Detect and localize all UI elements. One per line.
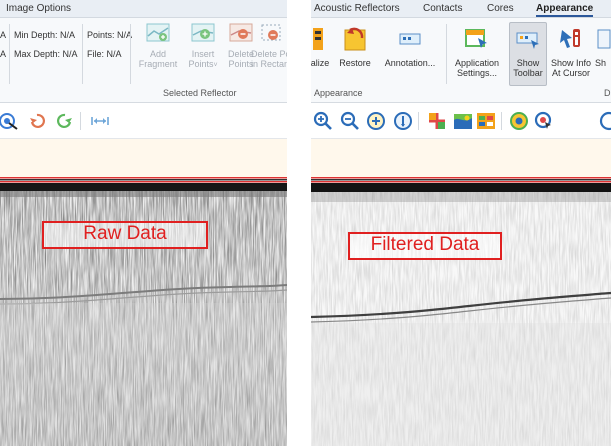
image-options-label: Image Options	[6, 3, 72, 14]
normalize-icon	[313, 28, 323, 50]
water-column-band	[0, 139, 287, 177]
divider	[446, 24, 447, 84]
annotation-icon	[399, 33, 421, 45]
cursor-target-icon[interactable]	[534, 111, 554, 131]
raw-data-label: Raw Data	[42, 221, 208, 249]
show-button[interactable]: Sh	[595, 26, 611, 68]
divider	[418, 112, 419, 130]
annotation-button[interactable]: Annotation...	[379, 26, 441, 68]
filtered-data-label: Filtered Data	[348, 232, 502, 260]
show-info-cursor-icon	[560, 29, 580, 48]
group-label: Selected Reflector	[163, 88, 237, 98]
tab-acoustic-reflectors[interactable]: Acoustic Reflectors	[314, 3, 400, 14]
application-settings-button[interactable]: Application Settings...	[451, 26, 503, 78]
map-icon[interactable]	[453, 111, 473, 131]
restore-button[interactable]: Restore	[335, 26, 375, 68]
tab-appearance[interactable]: Appearance	[536, 3, 594, 17]
circle-icon[interactable]	[597, 111, 611, 131]
points-value: Points: N/A	[87, 30, 133, 40]
move-icon[interactable]	[427, 111, 447, 131]
divider	[501, 112, 502, 130]
add-fragment-icon	[146, 23, 170, 42]
show-icon	[597, 29, 611, 49]
insert-points-icon	[191, 23, 215, 42]
undo-icon[interactable]	[27, 111, 47, 131]
info-circle-icon[interactable]	[393, 111, 413, 131]
zoom-out-icon[interactable]	[340, 111, 360, 131]
image-toolbar	[0, 103, 287, 139]
reflector-ribbon: A A Min Depth: N/A Max Depth: N/A Points…	[0, 18, 287, 103]
restore-icon	[344, 27, 366, 51]
appearance-ribbon: alize Restore Annotation... Application …	[311, 18, 611, 103]
show-toolbar-button[interactable]: Show Toolbar	[509, 22, 547, 86]
delete-points-icon	[229, 23, 253, 42]
target-icon[interactable]	[509, 111, 529, 131]
delete-points-rect-icon	[261, 24, 281, 41]
field-prefix: A	[0, 49, 7, 59]
water-column-band	[311, 139, 611, 177]
delete-points-rect-button[interactable]: Delete Po in Rectan	[251, 23, 287, 69]
filtered-data-panel: Acoustic Reflectors Contacts Cores Appea…	[311, 0, 611, 446]
zoom-in-icon[interactable]	[313, 111, 333, 131]
ribbon-header: Image Options	[0, 0, 287, 18]
max-depth-value: Max Depth: N/A	[14, 49, 78, 59]
filtered-echogram	[311, 183, 611, 446]
show-info-cursor-button[interactable]: Show Info At Cursor	[547, 26, 595, 78]
ribbon-tabs: Acoustic Reflectors Contacts Cores Appea…	[311, 0, 611, 18]
field-prefix: A	[0, 30, 7, 40]
redo-icon[interactable]	[55, 111, 75, 131]
tab-contacts[interactable]: Contacts	[423, 3, 462, 14]
show-toolbar-icon	[516, 32, 539, 49]
fit-width-icon[interactable]	[90, 111, 110, 131]
divider	[82, 24, 83, 84]
application-settings-icon	[465, 29, 487, 48]
min-depth-value: Min Depth: N/A	[14, 30, 76, 40]
divider	[9, 24, 10, 84]
group-label: D	[604, 88, 611, 98]
file-value: File: N/A	[87, 49, 122, 59]
divider	[80, 112, 81, 130]
add-circle-icon[interactable]	[366, 111, 386, 131]
group-label: Appearance	[314, 88, 363, 98]
divider	[130, 24, 131, 84]
view-toolbar	[311, 103, 611, 139]
normalize-button[interactable]: alize	[311, 26, 331, 68]
raw-data-panel: Image Options A A Min Depth: N/A Max Dep…	[0, 0, 287, 446]
target-icon[interactable]	[0, 111, 20, 131]
tab-cores[interactable]: Cores	[487, 3, 514, 14]
add-fragment-button[interactable]: Add Fragment	[137, 23, 179, 69]
insert-points-button[interactable]: Insert Points˅	[183, 23, 223, 71]
grid-icon[interactable]	[476, 111, 496, 131]
panel-gap	[287, 0, 311, 446]
